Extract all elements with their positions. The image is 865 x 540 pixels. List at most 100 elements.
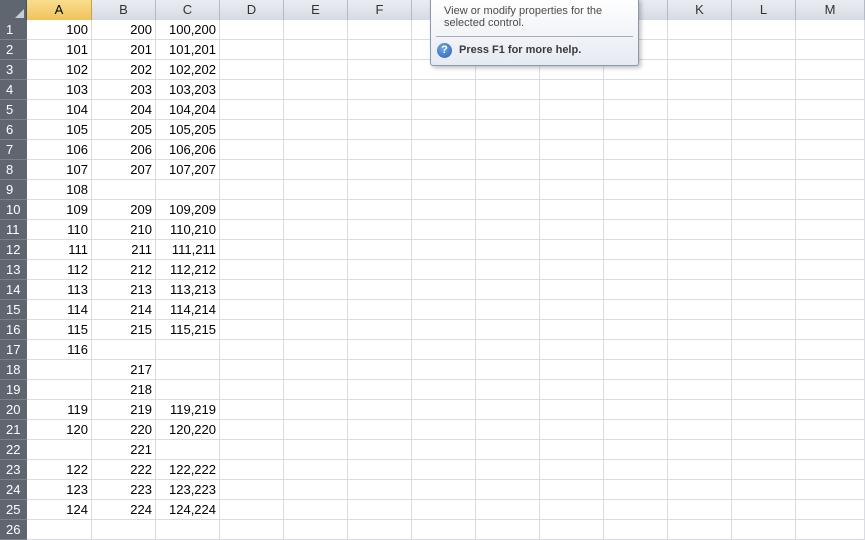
cell-g16[interactable]: [412, 320, 476, 340]
cell-h12[interactable]: [476, 240, 540, 260]
cell-j22[interactable]: [604, 440, 668, 460]
cell-k24[interactable]: [668, 480, 732, 500]
cell-m5[interactable]: [796, 100, 865, 120]
cell-l26[interactable]: [732, 520, 796, 540]
cell-f13[interactable]: [348, 260, 412, 280]
row-header[interactable]: 15: [0, 300, 27, 320]
cell-e14[interactable]: [284, 280, 348, 300]
cell-f19[interactable]: [348, 380, 412, 400]
cell-g22[interactable]: [412, 440, 476, 460]
cell-g6[interactable]: [412, 120, 476, 140]
cell-j21[interactable]: [604, 420, 668, 440]
cell-k21[interactable]: [668, 420, 732, 440]
column-header-d[interactable]: D: [220, 0, 284, 20]
cell-f2[interactable]: [348, 40, 412, 60]
cell-c22[interactable]: [156, 440, 220, 460]
cell-c9[interactable]: [156, 180, 220, 200]
cell-k25[interactable]: [668, 500, 732, 520]
row-header[interactable]: 2: [0, 40, 27, 60]
cell-g21[interactable]: [412, 420, 476, 440]
cell-c1[interactable]: 100,200: [156, 20, 220, 40]
cell-l12[interactable]: [732, 240, 796, 260]
cell-f11[interactable]: [348, 220, 412, 240]
cell-f9[interactable]: [348, 180, 412, 200]
cell-g24[interactable]: [412, 480, 476, 500]
cell-c24[interactable]: 123,223: [156, 480, 220, 500]
cell-e10[interactable]: [284, 200, 348, 220]
cell-c7[interactable]: 106,206: [156, 140, 220, 160]
cell-g13[interactable]: [412, 260, 476, 280]
cell-j9[interactable]: [604, 180, 668, 200]
cell-f18[interactable]: [348, 360, 412, 380]
row-header[interactable]: 10: [0, 200, 27, 220]
cell-j14[interactable]: [604, 280, 668, 300]
cell-m18[interactable]: [796, 360, 865, 380]
cell-l15[interactable]: [732, 300, 796, 320]
cell-g8[interactable]: [412, 160, 476, 180]
cell-a15[interactable]: 114: [27, 300, 92, 320]
column-header-f[interactable]: F: [348, 0, 412, 20]
cell-g10[interactable]: [412, 200, 476, 220]
cell-e2[interactable]: [284, 40, 348, 60]
column-header-c[interactable]: C: [156, 0, 220, 20]
row-header[interactable]: 22: [0, 440, 27, 460]
row-header[interactable]: 11: [0, 220, 27, 240]
cell-l19[interactable]: [732, 380, 796, 400]
cell-m6[interactable]: [796, 120, 865, 140]
cell-g4[interactable]: [412, 80, 476, 100]
row-header[interactable]: 5: [0, 100, 27, 120]
cell-d24[interactable]: [220, 480, 284, 500]
cell-i4[interactable]: [540, 80, 604, 100]
cell-j16[interactable]: [604, 320, 668, 340]
cell-a1[interactable]: 100: [27, 20, 92, 40]
cell-d25[interactable]: [220, 500, 284, 520]
cell-f20[interactable]: [348, 400, 412, 420]
cell-i25[interactable]: [540, 500, 604, 520]
cell-f7[interactable]: [348, 140, 412, 160]
cell-b16[interactable]: 215: [92, 320, 156, 340]
cell-h16[interactable]: [476, 320, 540, 340]
cell-i15[interactable]: [540, 300, 604, 320]
cell-f5[interactable]: [348, 100, 412, 120]
cell-l5[interactable]: [732, 100, 796, 120]
cell-a12[interactable]: 111: [27, 240, 92, 260]
cell-l21[interactable]: [732, 420, 796, 440]
cell-l10[interactable]: [732, 200, 796, 220]
cell-c3[interactable]: 102,202: [156, 60, 220, 80]
column-header-l[interactable]: L: [732, 0, 796, 20]
cell-b6[interactable]: 205: [92, 120, 156, 140]
cell-e16[interactable]: [284, 320, 348, 340]
cell-l6[interactable]: [732, 120, 796, 140]
cell-f26[interactable]: [348, 520, 412, 540]
cell-g15[interactable]: [412, 300, 476, 320]
cell-c5[interactable]: 104,204: [156, 100, 220, 120]
cell-b17[interactable]: [92, 340, 156, 360]
cell-h25[interactable]: [476, 500, 540, 520]
cell-m17[interactable]: [796, 340, 865, 360]
cell-h10[interactable]: [476, 200, 540, 220]
cell-l24[interactable]: [732, 480, 796, 500]
cell-f23[interactable]: [348, 460, 412, 480]
cell-c11[interactable]: 110,210: [156, 220, 220, 240]
cell-j15[interactable]: [604, 300, 668, 320]
cell-f1[interactable]: [348, 20, 412, 40]
cell-m14[interactable]: [796, 280, 865, 300]
cell-f4[interactable]: [348, 80, 412, 100]
cell-c15[interactable]: 114,214: [156, 300, 220, 320]
cell-a26[interactable]: [27, 520, 92, 540]
cell-l14[interactable]: [732, 280, 796, 300]
cell-g20[interactable]: [412, 400, 476, 420]
cell-a13[interactable]: 112: [27, 260, 92, 280]
cell-c14[interactable]: 113,213: [156, 280, 220, 300]
row-header[interactable]: 12: [0, 240, 27, 260]
cell-l2[interactable]: [732, 40, 796, 60]
cell-e26[interactable]: [284, 520, 348, 540]
cell-m13[interactable]: [796, 260, 865, 280]
cell-k5[interactable]: [668, 100, 732, 120]
cell-h18[interactable]: [476, 360, 540, 380]
cell-a3[interactable]: 102: [27, 60, 92, 80]
cell-b2[interactable]: 201: [92, 40, 156, 60]
cell-e6[interactable]: [284, 120, 348, 140]
cell-k9[interactable]: [668, 180, 732, 200]
cell-a17[interactable]: 116: [27, 340, 92, 360]
